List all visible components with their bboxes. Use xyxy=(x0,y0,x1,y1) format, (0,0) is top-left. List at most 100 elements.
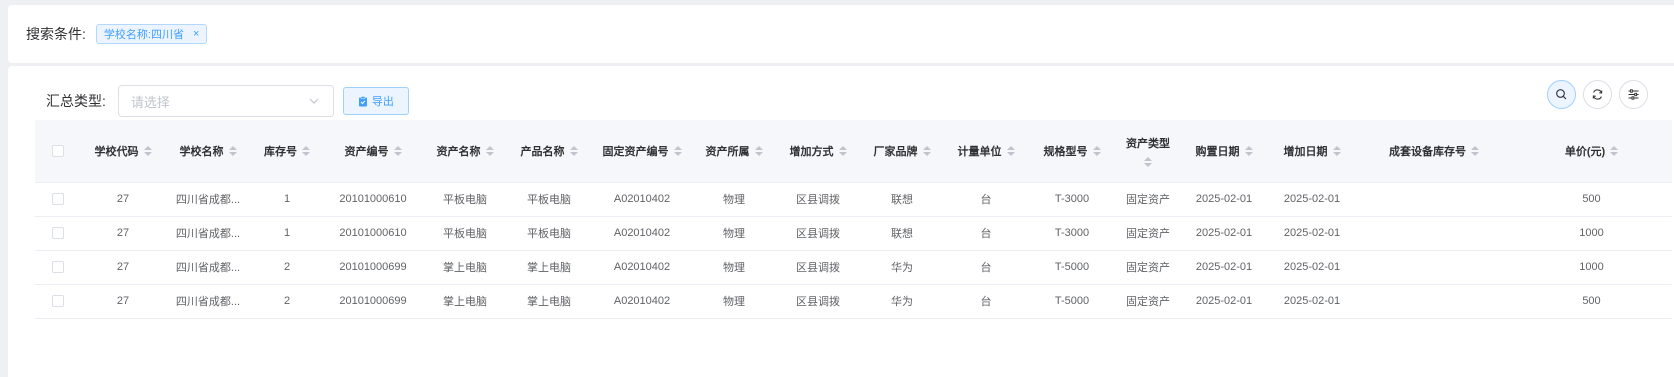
table-cell: 1000 xyxy=(1511,250,1672,285)
table-cell: 四川省成都... xyxy=(165,182,251,217)
sort-icon[interactable] xyxy=(228,145,237,156)
condition-tag-text: 学校名称:四川省 xyxy=(103,29,184,41)
table-cell: T-5000 xyxy=(1029,284,1115,319)
summary-type-label: 汇总类型: xyxy=(46,93,106,109)
refresh-button[interactable] xyxy=(1583,80,1612,109)
table-cell: 平板电脑 xyxy=(423,182,507,217)
row-checkbox[interactable] xyxy=(52,261,64,274)
table-cell: 掌上电脑 xyxy=(423,250,507,285)
table-cell: T-3000 xyxy=(1029,182,1115,217)
column-settings-button[interactable] xyxy=(1619,80,1648,109)
column-header[interactable]: 资产类型 xyxy=(1115,120,1181,183)
column-header[interactable]: 学校代码 xyxy=(81,120,165,183)
column-header[interactable]: 资产编号 xyxy=(323,120,423,183)
table-cell: 27 xyxy=(81,250,165,285)
table-row[interactable]: 27 四川省成都... 2 20101000699 掌上电脑 掌上电脑 A020… xyxy=(35,250,1672,285)
column-header[interactable]: 成套设备库存号 xyxy=(1357,120,1511,183)
table-cell: 台 xyxy=(943,284,1029,319)
row-checkbox[interactable] xyxy=(52,227,64,240)
table-row[interactable]: 27 四川省成都... 2 20101000699 掌上电脑 掌上电脑 A020… xyxy=(35,284,1672,319)
sort-icon[interactable] xyxy=(754,145,763,156)
table-cell: 500 xyxy=(1511,284,1672,319)
column-header-label: 资产所属 xyxy=(705,145,750,158)
table-cell: 平板电脑 xyxy=(507,216,591,251)
sort-icon[interactable] xyxy=(1092,145,1101,156)
column-header-label: 规格型号 xyxy=(1043,145,1088,158)
sort-icon[interactable] xyxy=(143,145,152,156)
column-header[interactable]: 固定资产编号 xyxy=(591,120,693,183)
table-cell: 物理 xyxy=(693,216,775,251)
main-panel: 汇总类型: 请选择 导出 学校代码 学校名称 库存号 资产编号 资产名称 产品名… xyxy=(8,66,1674,377)
sort-icon[interactable] xyxy=(302,145,310,156)
row-checkbox[interactable] xyxy=(52,295,64,308)
summary-type-select[interactable]: 请选择 xyxy=(117,85,334,117)
search-icon xyxy=(1556,89,1567,100)
sort-icon[interactable] xyxy=(1332,145,1341,156)
table-row[interactable]: 27 四川省成都... 1 20101000610 平板电脑 平板电脑 A020… xyxy=(35,216,1672,251)
search-toggle-button[interactable] xyxy=(1547,80,1576,109)
table-cell: 平板电脑 xyxy=(507,182,591,217)
sort-icon[interactable] xyxy=(1144,156,1152,167)
table-cell: 20101000699 xyxy=(323,250,423,285)
column-header[interactable]: 计量单位 xyxy=(943,120,1029,183)
close-icon[interactable]: × xyxy=(193,28,199,40)
table-cell: 四川省成都... xyxy=(165,216,251,251)
column-header-label: 单价(元) xyxy=(1564,145,1606,158)
table-cell: A02010402 xyxy=(591,216,693,251)
table-cell: 台 xyxy=(943,216,1029,251)
column-header-label: 增加方式 xyxy=(789,145,834,158)
table-cell: 1000 xyxy=(1511,216,1672,251)
column-header[interactable]: 增加方式 xyxy=(775,120,861,183)
sort-icon[interactable] xyxy=(1006,145,1015,156)
row-select-cell xyxy=(35,182,81,217)
column-header-label: 厂家品牌 xyxy=(873,145,918,158)
column-header-label: 产品名称 xyxy=(520,145,565,158)
table-cell: 1 xyxy=(251,182,323,217)
column-header[interactable]: 厂家品牌 xyxy=(861,120,943,183)
table-cell: 四川省成都... xyxy=(165,250,251,285)
column-header[interactable]: 购置日期 xyxy=(1181,120,1267,183)
filter-row: 汇总类型: 请选择 导出 xyxy=(46,85,409,117)
table-cell: 固定资产 xyxy=(1115,216,1181,251)
sort-icon[interactable] xyxy=(673,145,682,156)
column-header[interactable]: 规格型号 xyxy=(1029,120,1115,183)
row-select-cell xyxy=(35,284,81,319)
table-cell: 华为 xyxy=(861,284,943,319)
table-cell: 2025-02-01 xyxy=(1267,216,1357,251)
table-cell xyxy=(1357,284,1511,319)
table-cell: 1 xyxy=(251,216,323,251)
chevron-down-icon xyxy=(309,98,319,104)
table-cell: 台 xyxy=(943,182,1029,217)
select-all-checkbox[interactable] xyxy=(52,144,64,157)
table-cell: 联想 xyxy=(861,216,943,251)
sort-icon[interactable] xyxy=(1610,145,1619,156)
sort-icon[interactable] xyxy=(1244,145,1253,156)
table-cell: 2 xyxy=(251,250,323,285)
column-header[interactable]: 增加日期 xyxy=(1267,120,1357,183)
sort-icon[interactable] xyxy=(569,145,578,156)
column-header[interactable]: 资产名称 xyxy=(423,120,507,183)
clipboard-icon xyxy=(358,95,367,106)
table-cell: 20101000610 xyxy=(323,216,423,251)
condition-tag[interactable]: 学校名称:四川省 × xyxy=(95,24,208,44)
table-cell: 2 xyxy=(251,284,323,319)
sort-icon[interactable] xyxy=(1471,145,1479,156)
sort-icon[interactable] xyxy=(922,145,931,156)
column-header-label: 资产编号 xyxy=(344,145,389,158)
column-header[interactable]: 学校名称 xyxy=(165,120,251,183)
column-header-label: 计量单位 xyxy=(957,145,1002,158)
column-header[interactable]: 单价(元) xyxy=(1511,120,1672,183)
sort-icon[interactable] xyxy=(838,145,847,156)
table-cell: 掌上电脑 xyxy=(507,250,591,285)
table-row[interactable]: 27 四川省成都... 1 20101000610 平板电脑 平板电脑 A020… xyxy=(35,182,1672,217)
table-cell: 区县调拨 xyxy=(775,250,861,285)
column-header[interactable]: 产品名称 xyxy=(507,120,591,183)
column-header[interactable]: 库存号 xyxy=(251,120,323,183)
table-cell: 2025-02-01 xyxy=(1267,182,1357,217)
sort-icon[interactable] xyxy=(485,145,494,156)
column-header[interactable]: 资产所属 xyxy=(693,120,775,183)
row-checkbox[interactable] xyxy=(52,193,64,206)
column-header-label: 固定资产编号 xyxy=(602,145,669,158)
export-button[interactable]: 导出 xyxy=(342,87,409,115)
sort-icon[interactable] xyxy=(393,145,402,156)
